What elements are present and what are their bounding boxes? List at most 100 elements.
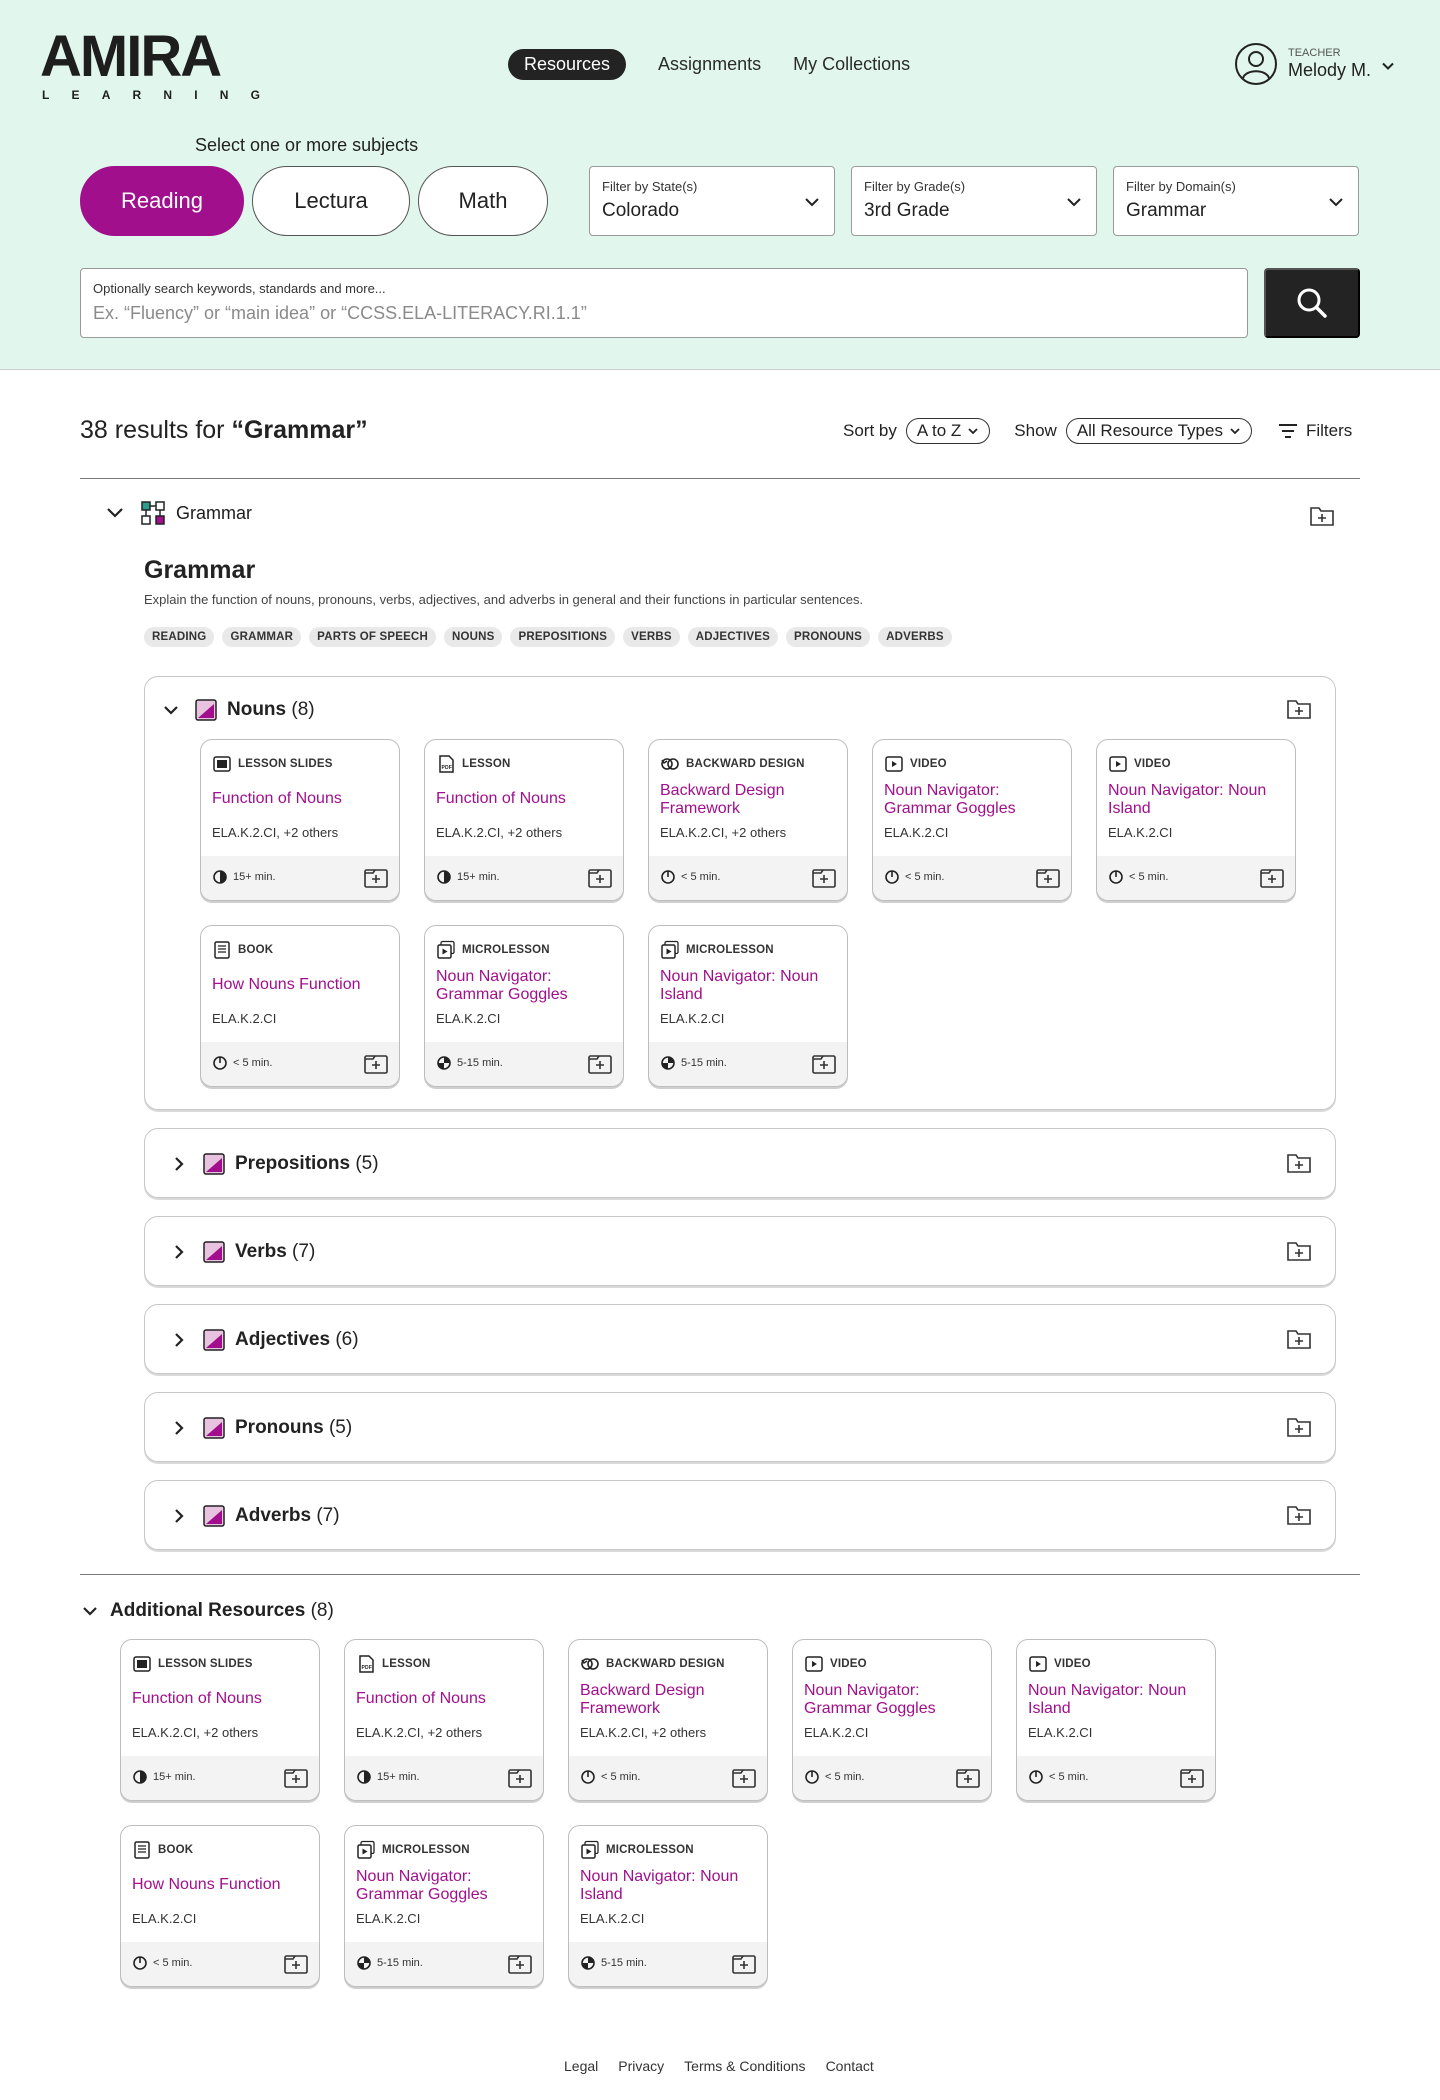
resource-card[interactable]: VIDEO Noun Navigator: Grammar Goggles ELA.…	[792, 1639, 992, 1801]
resource-title[interactable]: Noun Navigator: Noun Island	[580, 1868, 760, 1904]
additional-resources-header[interactable]: Additional Resources (8)	[80, 1600, 334, 1622]
add-to-collection-icon[interactable]	[731, 1951, 757, 1977]
tag[interactable]: ADVERBS	[878, 627, 952, 647]
add-to-collection-icon[interactable]	[1285, 1501, 1313, 1529]
filters-button[interactable]: Filters	[1278, 421, 1352, 441]
chevron-right-icon[interactable]	[169, 1242, 189, 1262]
cluster-header[interactable]: Adverbs (7)	[169, 1503, 1313, 1529]
resource-card[interactable]: LESSON SLIDES Function of Nouns ELA.K.2.CI…	[120, 1639, 320, 1801]
chevron-down-icon[interactable]	[104, 502, 126, 524]
add-to-collection-icon[interactable]	[1308, 502, 1336, 530]
resource-card[interactable]: PDF LESSON Function of Nouns ELA.K.2.CI, +2…	[424, 739, 624, 901]
cluster-header[interactable]: Nouns (8)	[161, 697, 1313, 723]
add-to-collection-icon[interactable]	[731, 1765, 757, 1791]
cluster-header[interactable]: Prepositions (5)	[169, 1151, 1313, 1177]
nav-resources[interactable]: Resources	[508, 49, 627, 80]
add-to-collection-icon[interactable]	[811, 865, 837, 891]
nav-my-collections[interactable]: My Collections	[793, 49, 910, 80]
tag[interactable]: READING	[144, 627, 215, 647]
resource-title[interactable]: Function of Nouns	[356, 1690, 536, 1708]
tag[interactable]: GRAMMAR	[222, 627, 302, 647]
add-to-collection-icon[interactable]	[811, 1051, 837, 1077]
resource-title[interactable]: Backward Design Framework	[580, 1682, 760, 1718]
resource-standard: ELA.K.2.CI	[212, 1011, 277, 1026]
resource-card[interactable]: MICROLESSON Noun Navigator: Noun Island EL…	[568, 1825, 768, 1987]
add-to-collection-icon[interactable]	[587, 1051, 613, 1077]
amira-logo[interactable]: AMIRA L E A R N I N G	[40, 28, 270, 103]
chevron-down-icon[interactable]	[161, 700, 181, 720]
subject-math[interactable]: Math	[418, 166, 548, 236]
resource-title[interactable]: Backward Design Framework	[660, 782, 840, 818]
tag[interactable]: PARTS OF SPEECH	[309, 627, 436, 647]
nav-assignments[interactable]: Assignments	[658, 49, 761, 80]
cluster-header[interactable]: Adjectives (6)	[169, 1327, 1313, 1353]
cluster-header[interactable]: Pronouns (5)	[169, 1415, 1313, 1441]
add-to-collection-icon[interactable]	[507, 1951, 533, 1977]
chevron-right-icon[interactable]	[169, 1418, 189, 1438]
resource-card[interactable]: LESSON SLIDES Function of Nouns ELA.K.2.CI…	[200, 739, 400, 901]
resource-title[interactable]: Noun Navigator: Grammar Goggles	[804, 1682, 984, 1718]
resource-card[interactable]: VIDEO Noun Navigator: Grammar Goggles ELA.…	[872, 739, 1072, 901]
resource-card[interactable]: VIDEO Noun Navigator: Noun Island ELA.K.2.…	[1096, 739, 1296, 901]
search-button[interactable]	[1264, 268, 1360, 338]
tag[interactable]: PRONOUNS	[786, 627, 871, 647]
footer-link-privacy[interactable]: Privacy	[618, 2058, 664, 2074]
chevron-down-icon[interactable]	[80, 1601, 100, 1621]
tag[interactable]: NOUNS	[443, 627, 503, 647]
add-to-collection-icon[interactable]	[1285, 1149, 1313, 1177]
add-to-collection-icon[interactable]	[283, 1765, 309, 1791]
add-to-collection-icon[interactable]	[955, 1765, 981, 1791]
resource-title[interactable]: How Nouns Function	[132, 1876, 312, 1894]
resource-title[interactable]: Function of Nouns	[436, 790, 616, 808]
resource-card[interactable]: BOOK How Nouns Function ELA.K.2.CI < 5 min.	[200, 925, 400, 1087]
tag[interactable]: VERBS	[623, 627, 680, 647]
add-to-collection-icon[interactable]	[363, 1051, 389, 1077]
sort-select[interactable]: A to Z	[905, 418, 991, 444]
filter-state[interactable]: Filter by State(s) Colorado	[589, 166, 835, 236]
search-input[interactable]: Optionally search keywords, standards an…	[80, 268, 1248, 338]
add-to-collection-icon[interactable]	[1179, 1765, 1205, 1791]
filter-grade[interactable]: Filter by Grade(s) 3rd Grade	[851, 166, 1097, 236]
chevron-right-icon[interactable]	[169, 1330, 189, 1350]
subject-reading[interactable]: Reading	[80, 166, 244, 236]
subject-lectura[interactable]: Lectura	[252, 166, 410, 236]
user-menu[interactable]: TEACHER Melody M.	[1234, 42, 1395, 86]
resource-card[interactable]: BOOK How Nouns Function ELA.K.2.CI < 5 min.	[120, 1825, 320, 1987]
resource-card[interactable]: BACKWARD DESIGN Backward Design Framework…	[568, 1639, 768, 1801]
resource-title[interactable]: Noun Navigator: Noun Island	[660, 968, 840, 1004]
chevron-right-icon[interactable]	[169, 1506, 189, 1526]
footer-link-contact[interactable]: Contact	[826, 2058, 874, 2074]
cluster-header[interactable]: Verbs (7)	[169, 1239, 1313, 1265]
add-to-collection-icon[interactable]	[1285, 695, 1313, 723]
filter-domain[interactable]: Filter by Domain(s) Grammar	[1113, 166, 1359, 236]
resource-title[interactable]: Function of Nouns	[212, 790, 392, 808]
resource-card[interactable]: MICROLESSON Noun Navigator: Grammar Goggl…	[344, 1825, 544, 1987]
resource-card[interactable]: MICROLESSON Noun Navigator: Grammar Goggl…	[424, 925, 624, 1087]
resource-card[interactable]: VIDEO Noun Navigator: Noun Island ELA.K.2.…	[1016, 1639, 1216, 1801]
resource-title[interactable]: Noun Navigator: Grammar Goggles	[884, 782, 1064, 818]
tag[interactable]: PREPOSITIONS	[510, 627, 616, 647]
resource-card[interactable]: MICROLESSON Noun Navigator: Noun Island EL…	[648, 925, 848, 1087]
add-to-collection-icon[interactable]	[1035, 865, 1061, 891]
resource-title[interactable]: Noun Navigator: Noun Island	[1028, 1682, 1208, 1718]
footer-link-legal[interactable]: Legal	[564, 2058, 598, 2074]
add-to-collection-icon[interactable]	[1259, 865, 1285, 891]
resource-card[interactable]: PDF LESSON Function of Nouns ELA.K.2.CI, +2…	[344, 1639, 544, 1801]
resource-card[interactable]: BACKWARD DESIGN Backward Design Framework…	[648, 739, 848, 901]
add-to-collection-icon[interactable]	[363, 865, 389, 891]
resource-type-select[interactable]: All Resource Types	[1065, 418, 1252, 444]
footer-link-terms[interactable]: Terms & Conditions	[684, 2058, 805, 2074]
resource-title[interactable]: How Nouns Function	[212, 976, 392, 994]
resource-title[interactable]: Noun Navigator: Noun Island	[1108, 782, 1288, 818]
add-to-collection-icon[interactable]	[1285, 1413, 1313, 1441]
add-to-collection-icon[interactable]	[507, 1765, 533, 1791]
resource-title[interactable]: Noun Navigator: Grammar Goggles	[436, 968, 616, 1004]
resource-title[interactable]: Noun Navigator: Grammar Goggles	[356, 1868, 536, 1904]
add-to-collection-icon[interactable]	[1285, 1237, 1313, 1265]
chevron-right-icon[interactable]	[169, 1154, 189, 1174]
tag[interactable]: ADJECTIVES	[687, 627, 778, 647]
resource-title[interactable]: Function of Nouns	[132, 1690, 312, 1708]
add-to-collection-icon[interactable]	[283, 1951, 309, 1977]
add-to-collection-icon[interactable]	[1285, 1325, 1313, 1353]
add-to-collection-icon[interactable]	[587, 865, 613, 891]
